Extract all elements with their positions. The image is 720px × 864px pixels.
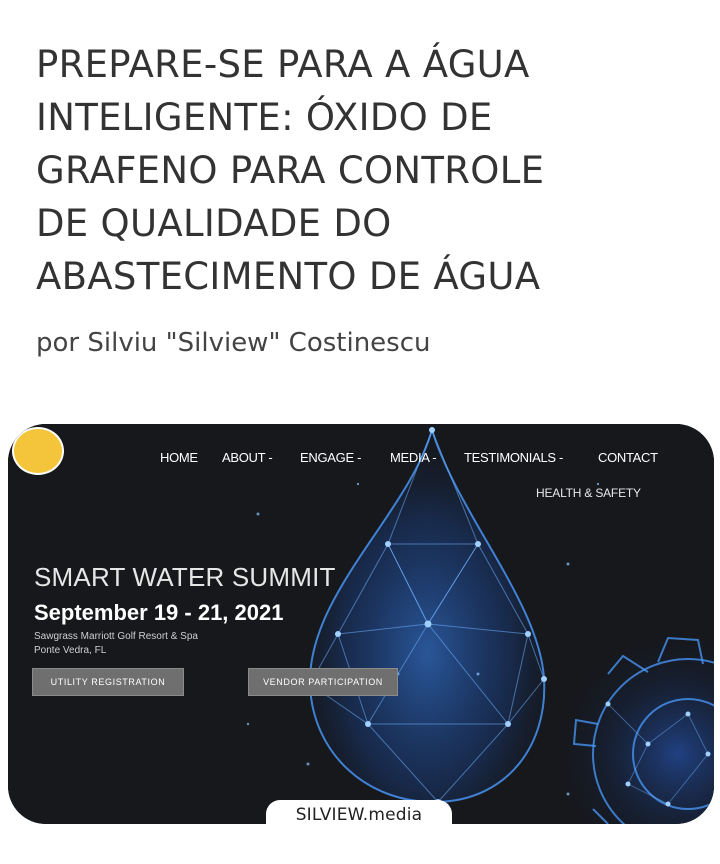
nav-health-safety[interactable]: HEALTH & SAFETY bbox=[536, 486, 641, 500]
event-title: SMART WATER SUMMIT bbox=[34, 562, 336, 592]
embedded-website-screenshot: HOME ABOUT - ENGAGE - MEDIA - TESTIMONIA… bbox=[8, 424, 714, 824]
venue-name: Sawgrass Marriott Golf Resort & Spa bbox=[34, 631, 198, 642]
title-line: INTELIGENTE: ÓXIDO DE bbox=[36, 96, 493, 139]
site-logo-icon[interactable] bbox=[12, 427, 64, 475]
venue-location: Ponte Vedra, FL bbox=[34, 645, 107, 656]
event-date: September 19 - 21, 2021 bbox=[34, 600, 284, 625]
author-byline: por Silviu "Silview" Costinescu bbox=[36, 328, 431, 358]
title-line: DE QUALIDADE DO bbox=[36, 202, 392, 245]
title-line: PREPARE-SE PARA A ÁGUA bbox=[36, 43, 530, 86]
nav-engage[interactable]: ENGAGE - bbox=[300, 450, 361, 465]
event-venue: Sawgrass Marriott Golf Resort & Spa Pont… bbox=[34, 630, 198, 658]
nav-contact[interactable]: CONTACT bbox=[598, 450, 658, 465]
nav-media[interactable]: MEDIA - bbox=[390, 450, 437, 465]
nav-home[interactable]: HOME bbox=[160, 450, 198, 465]
article-title: PREPARE-SE PARA A ÁGUA INTELIGENTE: ÓXID… bbox=[36, 38, 696, 303]
nav-testimonials[interactable]: TESTIMONIALS - bbox=[464, 450, 563, 465]
vendor-participation-button[interactable]: VENDOR PARTICIPATION bbox=[248, 668, 398, 696]
watermark: SILVIEW.media bbox=[266, 800, 452, 824]
utility-registration-button[interactable]: UTILITY REGISTRATION bbox=[32, 668, 184, 696]
nav-about[interactable]: ABOUT - bbox=[222, 450, 273, 465]
title-line: GRAFENO PARA CONTROLE bbox=[36, 149, 545, 192]
title-line: ABASTECIMENTO DE ÁGUA bbox=[36, 255, 541, 298]
